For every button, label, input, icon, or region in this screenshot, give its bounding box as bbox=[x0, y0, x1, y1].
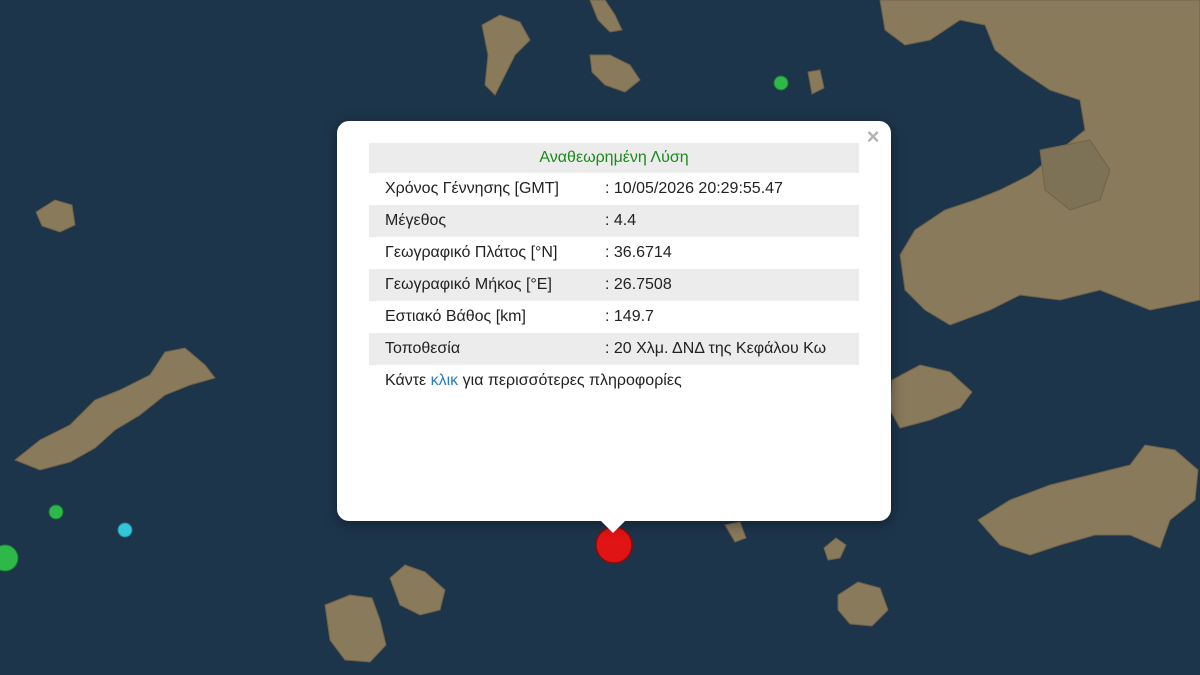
more-info-link[interactable]: κλικ bbox=[431, 372, 459, 389]
row-value: : 20 Χλμ. ΔΝΔ της Κεφάλου Κω bbox=[605, 340, 827, 357]
footer-suffix: για περισσότερες πληροφορίες bbox=[458, 372, 682, 389]
event-popup: × Αναθεωρημένη Λύση Χρόνος Γέννησης [GMT… bbox=[337, 121, 891, 521]
popup-tip bbox=[599, 519, 627, 533]
row-label: Γεωγραφικό Μήκος [°E] bbox=[385, 276, 552, 293]
table-row: Χρόνος Γέννησης [GMT] : 10/05/2026 20:29… bbox=[369, 173, 859, 205]
row-label: Γεωγραφικό Πλάτος [°N] bbox=[385, 244, 558, 261]
row-label: Τοποθεσία bbox=[385, 340, 461, 357]
quake-marker-cyan[interactable] bbox=[117, 522, 133, 538]
footer-prefix: Κάντε bbox=[385, 372, 431, 389]
row-value: : 26.7508 bbox=[605, 276, 672, 293]
row-value: : 10/05/2026 20:29:55.47 bbox=[605, 180, 783, 197]
row-value: : 149.7 bbox=[605, 308, 654, 325]
event-info-table: Χρόνος Γέννησης [GMT] : 10/05/2026 20:29… bbox=[369, 173, 859, 365]
table-row: Εστιακό Βάθος [km] : 149.7 bbox=[369, 301, 859, 333]
table-row: Μέγεθος : 4.4 bbox=[369, 205, 859, 237]
table-row: Γεωγραφικό Πλάτος [°N] : 36.6714 bbox=[369, 237, 859, 269]
popup-title: Αναθεωρημένη Λύση bbox=[369, 143, 859, 173]
row-label: Χρόνος Γέννησης [GMT] bbox=[385, 180, 559, 197]
row-label: Μέγεθος bbox=[385, 212, 447, 229]
quake-marker-green[interactable] bbox=[48, 504, 64, 520]
table-row: Τοποθεσία : 20 Χλμ. ΔΝΔ της Κεφάλου Κω bbox=[369, 333, 859, 365]
quake-marker-green[interactable] bbox=[773, 75, 789, 91]
close-icon[interactable]: × bbox=[863, 126, 883, 148]
row-value: : 36.6714 bbox=[605, 244, 672, 261]
table-row: Γεωγραφικό Μήκος [°E] : 26.7508 bbox=[369, 269, 859, 301]
popup-content: Αναθεωρημένη Λύση Χρόνος Γέννησης [GMT] … bbox=[369, 143, 859, 393]
row-label: Εστιακό Βάθος [km] bbox=[385, 308, 526, 325]
popup-footer: Κάντε κλικ για περισσότερες πληροφορίες bbox=[369, 365, 859, 393]
row-value: : 4.4 bbox=[605, 212, 637, 229]
